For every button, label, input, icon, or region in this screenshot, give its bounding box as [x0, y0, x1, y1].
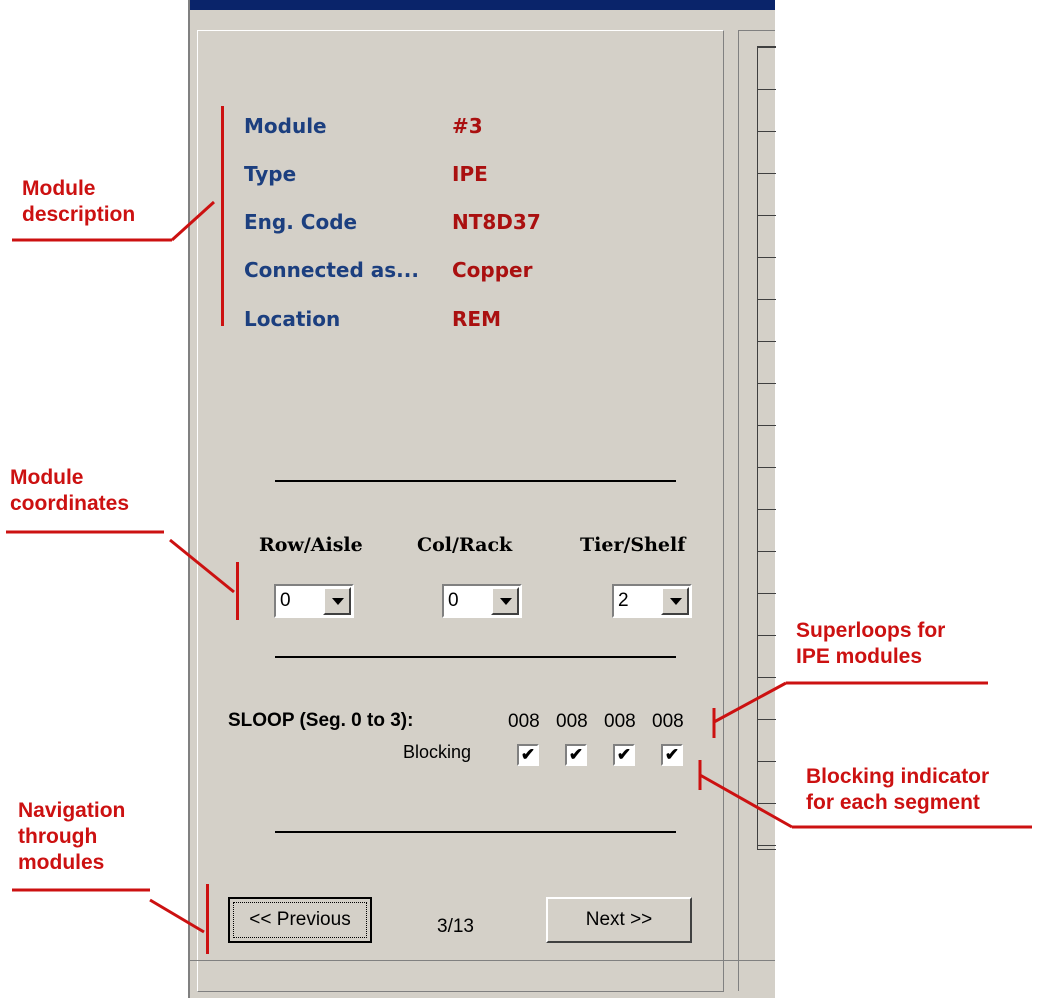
leader-description — [170, 200, 216, 242]
leader-navigation — [149, 898, 205, 934]
leader-superloops — [713, 681, 787, 724]
leader-blocking — [699, 773, 793, 829]
annotation-leaders — [6, 200, 1032, 934]
leader-coordinates — [169, 538, 235, 594]
